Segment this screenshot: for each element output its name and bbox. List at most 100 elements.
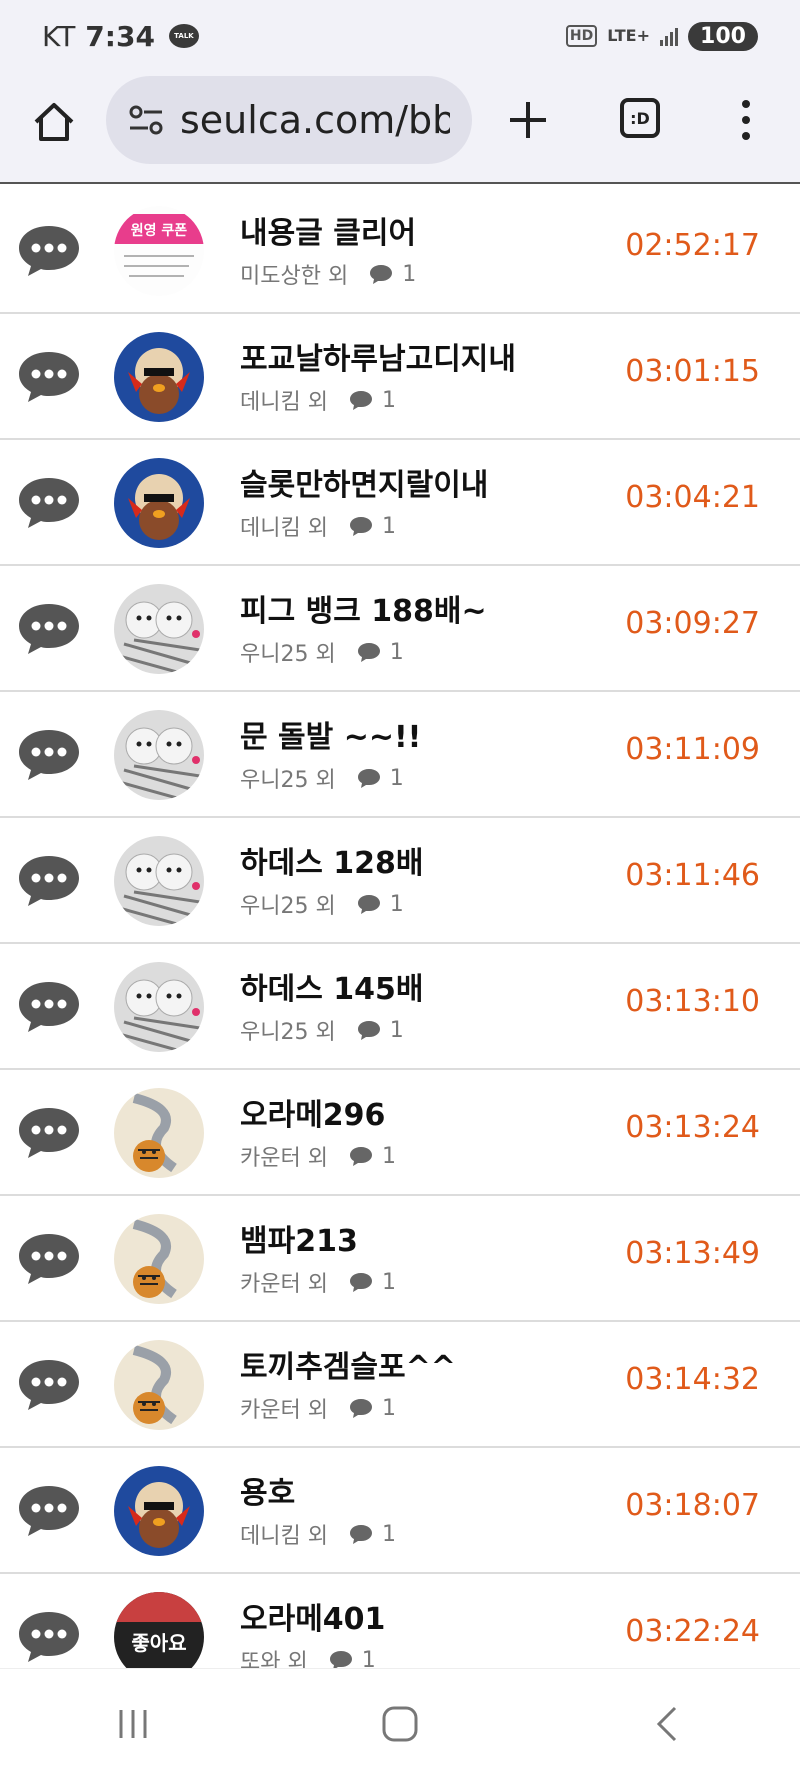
post-row[interactable]: 용호 데니킴 외 1 03:18:07 [0,1448,800,1574]
author-avatar [114,962,204,1052]
comment-count: 1 [381,1143,396,1169]
post-author: 데니킴 외 [240,1524,328,1549]
post-meta: 우니25 외 1 [240,888,404,920]
comment-count-icon [349,1147,372,1166]
post-author: 우니25 외 [240,1020,336,1045]
recent-apps-icon [119,1709,147,1738]
comment-count-icon [357,895,380,914]
back-icon [656,1706,676,1741]
kakaotalk-notification-icon: TALK [168,24,199,48]
post-time: 03:14:32 [625,1362,760,1397]
hd-voice-icon: HD [565,25,598,47]
comment-count-icon [329,1651,352,1668]
post-meta: 데니킴 외 1 [240,384,396,416]
comment-bubble-icon [19,730,79,780]
post-meta: 데니킴 외 1 [240,1518,396,1550]
author-avatar [114,1466,204,1556]
recent-apps-button[interactable] [103,1699,163,1749]
author-avatar: 원영 쿠폰 [114,206,204,296]
avatar-like-text: 좋아요 [131,1631,186,1655]
comment-bubble-icon [19,1486,79,1536]
author-avatar [114,1340,204,1430]
post-author: 카운터 외 [240,1272,328,1297]
post-author: 카운터 외 [240,1146,328,1171]
home-icon[interactable] [32,100,76,144]
comment-count-icon [370,265,393,284]
network-type: LTE+ [607,26,650,45]
post-title[interactable]: 문 돌발 ~~!! [240,712,421,756]
post-row[interactable]: 슬롯만하면지랄이내데니킴 외 1 03:04:21 [0,440,800,566]
comment-count-icon [357,769,380,788]
status-bar: KT 7:34 TALK HD LTE+ 100 [0,0,800,72]
post-row[interactable]: 토끼추겜슬포^^ 카운터 외 1 03:14:32 [0,1322,800,1448]
post-row[interactable]: 포교날하루남고디지내 데니킴 외 1 03:01:15 [0,314,800,440]
post-author: 카운터 외 [240,1398,328,1423]
comment-count-icon [349,1525,372,1544]
signal-icon [660,26,678,46]
comment-bubble-icon [19,1360,79,1410]
post-title[interactable]: 뱀파213 [240,1216,358,1260]
battery-indicator: 100 [688,21,758,51]
post-title[interactable]: 슬롯만하면지랄이내 [240,460,488,504]
browser-toolbar: seulca.com/bbs :D [0,72,800,184]
post-title[interactable]: 피그 뱅크 188배~ [240,586,487,630]
post-row[interactable]: 피그 뱅크 188배~ 우니25 외 1 03:09:27 [0,566,800,692]
author-avatar [114,1088,204,1178]
post-time: 03:13:10 [625,984,760,1019]
post-time: 03:13:24 [625,1110,760,1145]
back-button[interactable] [637,1699,697,1749]
post-title[interactable]: 하데스 145배 [240,964,423,1008]
comment-count: 1 [381,1269,396,1295]
post-row[interactable]: 하데스 128배우니25 외 1 03:11:46 [0,818,800,944]
clock: 7:34 [85,19,155,53]
address-bar[interactable]: seulca.com/bbs [106,76,472,164]
comment-count: 1 [381,1521,396,1547]
post-row[interactable]: 원영 쿠폰 내용글 클리어 미도상한 외 1 02:52:17 [0,188,800,314]
site-settings-icon[interactable] [126,100,166,140]
new-tab-icon[interactable] [506,98,550,142]
post-title[interactable]: 오라메296 [240,1090,385,1134]
post-row[interactable]: 하데스 145배우니25 외 1 03:13:10 [0,944,800,1070]
post-title[interactable]: 오라메401 [240,1594,385,1638]
post-meta: 우니25 외 1 [240,762,404,794]
comment-bubble-icon [19,226,79,276]
comment-count: 1 [381,1395,396,1421]
comment-count-icon [349,517,372,536]
author-avatar [114,458,204,548]
post-row[interactable]: 문 돌발 ~~!! 우니25 외 1 03:11:09 [0,692,800,818]
post-title[interactable]: 내용글 클리어 [240,208,416,252]
post-time: 03:11:09 [625,732,760,767]
comment-count-icon [357,1021,380,1040]
post-time: 03:11:46 [625,858,760,893]
author-avatar [114,836,204,926]
post-title[interactable]: 토끼추겜슬포^^ [240,1342,456,1386]
comment-bubble-icon [19,478,79,528]
home-nav-button[interactable] [370,1699,430,1749]
post-row[interactable]: 좋아요 오라메401 또와 외 1 03:22:24 [0,1574,800,1668]
post-time: 03:04:21 [625,480,760,515]
post-row[interactable]: 오라메296 카운터 외 1 03:13:24 [0,1070,800,1196]
home-nav-icon [382,1706,418,1741]
comment-bubble-icon [19,1612,79,1662]
post-author: 우니25 외 [240,642,336,667]
author-avatar [114,332,204,422]
post-meta: 또와 외 1 [240,1644,376,1668]
comment-bubble-icon [19,982,79,1032]
more-menu-icon[interactable] [738,98,754,142]
author-avatar: 좋아요 [114,1592,204,1668]
comment-count-icon [349,391,372,410]
comment-count: 1 [381,513,396,539]
post-title[interactable]: 하데스 128배 [240,838,423,882]
post-title[interactable]: 포교날하루남고디지내 [240,334,516,378]
post-meta: 우니25 외 1 [240,1014,404,1046]
comment-count: 1 [389,1017,404,1043]
post-row[interactable]: 뱀파213 카운터 외 1 03:13:49 [0,1196,800,1322]
comment-count: 1 [361,1647,376,1669]
tab-switcher-button[interactable]: :D [620,98,660,138]
url-text[interactable]: seulca.com/bbs [180,98,450,142]
post-title[interactable]: 용호 [240,1468,295,1512]
author-avatar [114,1214,204,1304]
post-meta: 데니킴 외 1 [240,510,396,542]
comment-count: 1 [389,765,404,791]
comment-count-icon [357,643,380,662]
